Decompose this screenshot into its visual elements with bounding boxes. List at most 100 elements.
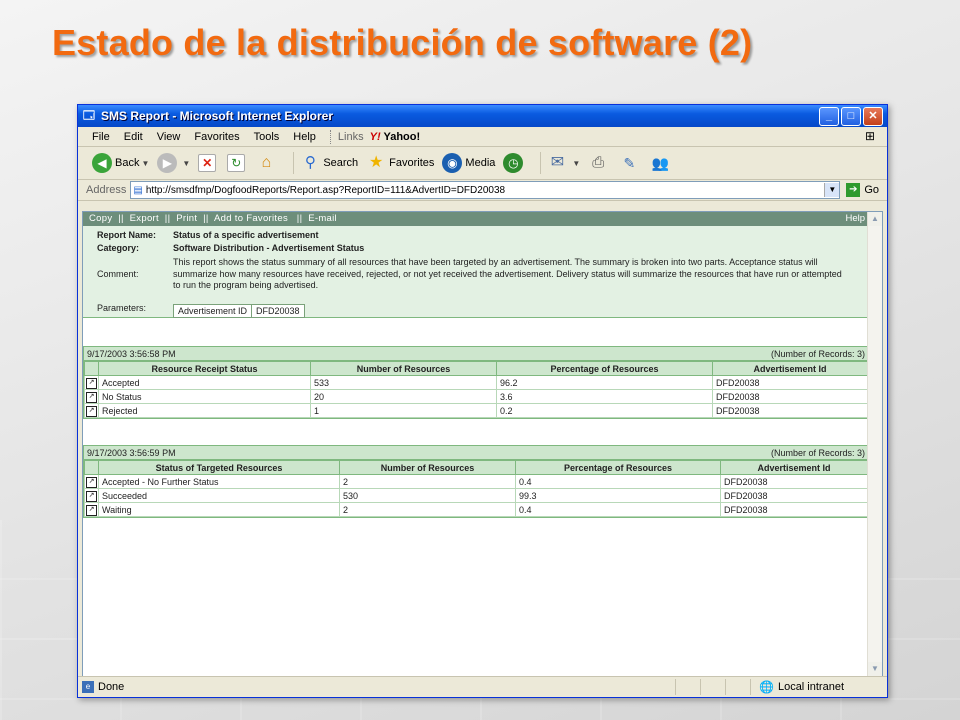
address-input[interactable]: ▤ http://smsdfmp/DogfoodReports/Report.a… [130,181,841,199]
toolbar-separator [293,152,295,174]
scroll-down-icon[interactable]: ▼ [868,662,882,676]
toolbar: ◀ Back ▼ ▶ ▼ ✕ ↻ ⌂ ⚲ Search ★ Favorites … [78,147,887,180]
cell: 0.2 [496,403,713,418]
address-dropdown-icon[interactable]: ▼ [824,183,840,197]
help-link[interactable]: Help [845,212,865,226]
menu-tools[interactable]: Tools [254,131,280,143]
back-button[interactable]: ◀ Back ▼ [92,153,149,173]
search-button[interactable]: ⚲ Search [300,153,358,173]
close-button[interactable]: ✕ [863,106,883,126]
cell: Waiting [98,502,340,517]
window-titlebar[interactable]: 🗔 SMS Report - Microsoft Internet Explor… [78,105,887,127]
table-timestamp: 9/17/2003 3:56:58 PM [87,348,176,359]
address-url: http://smsdfmp/DogfoodReports/Report.asp… [145,184,506,196]
menu-edit[interactable]: Edit [124,131,143,143]
col-header[interactable]: Number of Resources [310,361,497,376]
comment-label: Comment: [97,269,139,279]
col-header[interactable]: Percentage of Resources [496,361,713,376]
table-row: ↗ No Status 20 3.6 DFD20038 [84,389,868,404]
star-icon: ★ [369,154,384,171]
col-header[interactable]: Number of Resources [339,460,516,475]
cell: 99.3 [515,488,721,503]
cell: Accepted - No Further Status [98,474,340,489]
mail-button[interactable]: ✉ ▼ [547,153,581,173]
home-button[interactable]: ⌂ [256,153,279,173]
messenger-icon: 👥 [651,155,670,171]
status-cell [725,679,750,695]
report-name-label: Report Name: [97,230,157,240]
media-icon: ◉ [442,153,463,173]
col-icon-header [84,460,99,475]
vertical-scrollbar[interactable]: ▲ ▼ [867,212,882,676]
favorites-button[interactable]: ★ Favorites [366,153,434,173]
col-header[interactable]: Resource Receipt Status [98,361,311,376]
cell: No Status [98,389,311,404]
drill-down-icon[interactable]: ↗ [86,392,97,403]
cell: Accepted [98,375,311,390]
forward-arrow-icon: ▶ [157,153,178,173]
go-label: Go [864,184,879,196]
media-label: Media [465,157,496,169]
yahoo-label: Yahoo! [383,130,421,143]
cell: 0.4 [515,474,721,489]
minimize-button[interactable]: _ [819,106,839,126]
report-actions[interactable]: Copy || Export || Print || Add to Favori… [89,212,845,226]
cell: DFD20038 [720,488,868,503]
col-header[interactable]: Advertisement Id [712,361,868,376]
cell: Rejected [98,403,311,418]
table-record-count: (Number of Records: 3) [770,348,865,359]
table-record-count: (Number of Records: 3) [770,447,865,458]
refresh-button[interactable]: ↻ [227,154,248,172]
menu-favorites[interactable]: Favorites [194,131,239,143]
drill-down-icon[interactable]: ↗ [86,491,97,502]
edit-button[interactable]: ✎ [619,153,642,173]
parameter-value: DFD20038 [256,306,300,316]
slide-title: Estado de la distribución de software (2… [52,22,753,63]
history-button[interactable]: ◷ [503,153,526,173]
drill-down-icon[interactable]: ↗ [86,406,97,417]
favorites-label: Favorites [389,157,435,169]
report-name: Status of a specific advertisement [173,230,319,240]
scroll-up-icon[interactable]: ▲ [868,212,882,226]
maximize-button[interactable]: □ [841,106,861,126]
col-header[interactable]: Status of Targeted Resources [98,460,340,475]
cell: 533 [310,375,497,390]
refresh-icon: ↻ [227,154,246,172]
cell: DFD20038 [712,375,868,390]
table-row: ↗ Accepted 533 96.2 DFD20038 [84,375,868,390]
parameters-label: Parameters: [97,303,147,313]
window-title: SMS Report - Microsoft Internet Explorer [101,109,334,123]
menu-file[interactable]: File [92,131,110,143]
status-cell [700,679,725,695]
media-button[interactable]: ◉ Media [442,153,495,173]
table-header-bar: 9/17/2003 3:56:58 PM (Number of Records:… [84,347,868,361]
category-label: Category: [97,243,140,253]
menu-help[interactable]: Help [293,131,316,143]
col-header[interactable]: Advertisement Id [720,460,868,475]
drill-down-icon[interactable]: ↗ [86,378,97,389]
drill-down-icon[interactable]: ↗ [86,477,97,488]
status-cell [675,679,700,695]
yahoo-link[interactable]: Y! Yahoo! [370,131,421,143]
page-done-icon: e [82,681,94,693]
address-bar: Address ▤ http://smsdfmp/DogfoodReports/… [78,180,887,201]
menu-bar: File Edit View Favorites Tools Help Link… [78,127,887,147]
cell: 96.2 [496,375,713,390]
cell: 3.6 [496,389,713,404]
menu-view[interactable]: View [157,131,181,143]
print-icon: ⎙ [592,154,605,171]
category-value: Software Distribution - Advertisement St… [173,243,365,253]
col-header[interactable]: Percentage of Resources [515,460,721,475]
links-label[interactable]: Links [338,131,364,143]
back-label: Back [115,157,140,169]
drill-down-icon[interactable]: ↗ [86,505,97,516]
go-button[interactable]: ➔ Go [846,183,879,197]
stop-button[interactable]: ✕ [198,154,219,172]
forward-button[interactable]: ▶ ▼ [157,153,190,173]
col-icon-header [84,361,99,376]
table-row: ↗ Accepted - No Further Status 2 0.4 DFD… [84,474,868,489]
table-row: ↗ Waiting 2 0.4 DFD20038 [84,502,868,517]
table-timestamp: 9/17/2003 3:56:59 PM [87,447,176,458]
messenger-button[interactable]: 👥 [650,153,673,173]
print-button[interactable]: ⎙ [588,153,611,173]
